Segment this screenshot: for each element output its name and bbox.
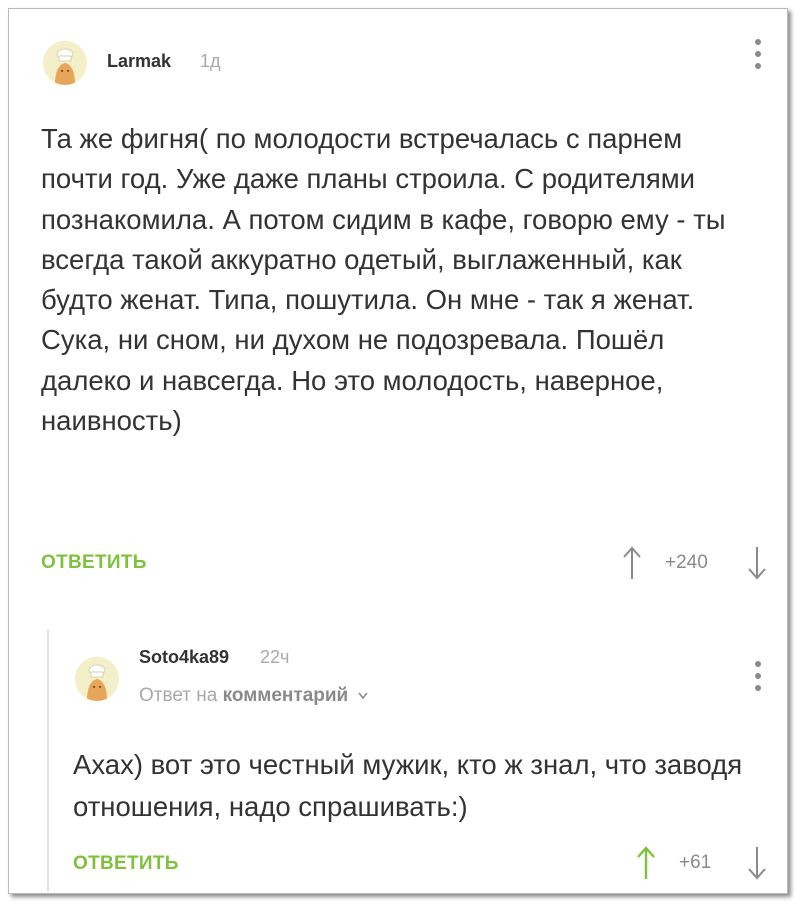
arrow-up-icon[interactable]	[635, 845, 657, 881]
rating-value: +61	[679, 852, 712, 873]
thread-line[interactable]	[47, 629, 49, 891]
reply-to-link[interactable]: Ответ на комментарий	[139, 685, 369, 707]
more-vertical-icon[interactable]	[751, 39, 765, 73]
reply-to-prefix: Ответ на	[139, 685, 218, 706]
arrow-down-icon[interactable]	[746, 845, 768, 881]
comment-time: 1д	[200, 51, 221, 71]
chevron-down-icon[interactable]	[357, 691, 369, 701]
arrow-down-icon[interactable]	[746, 545, 768, 581]
comment-time: 22ч	[260, 647, 290, 667]
more-vertical-icon[interactable]	[751, 661, 765, 695]
comment-username[interactable]: Soto4ka89	[139, 647, 229, 668]
comment-text: Та же фигня( по молодости встречалась с …	[41, 123, 726, 437]
rating-value: +240	[665, 552, 708, 573]
chef-avatar-icon[interactable]	[75, 657, 119, 701]
reply-button[interactable]: ОТВЕТИТЬ	[41, 552, 147, 574]
reply-button[interactable]: ОТВЕТИТЬ	[73, 853, 179, 875]
chef-avatar-icon[interactable]	[43, 41, 87, 85]
comments-frame: Larmak 1д Та же фигня( по молодости встр…	[8, 8, 788, 894]
reply-to-target[interactable]: комментарий	[223, 685, 349, 706]
comment-username[interactable]: Larmak	[107, 51, 171, 72]
comment-text: Ахах) вот это честный мужик, кто ж знал,…	[73, 749, 743, 822]
arrow-up-icon[interactable]	[621, 545, 643, 581]
